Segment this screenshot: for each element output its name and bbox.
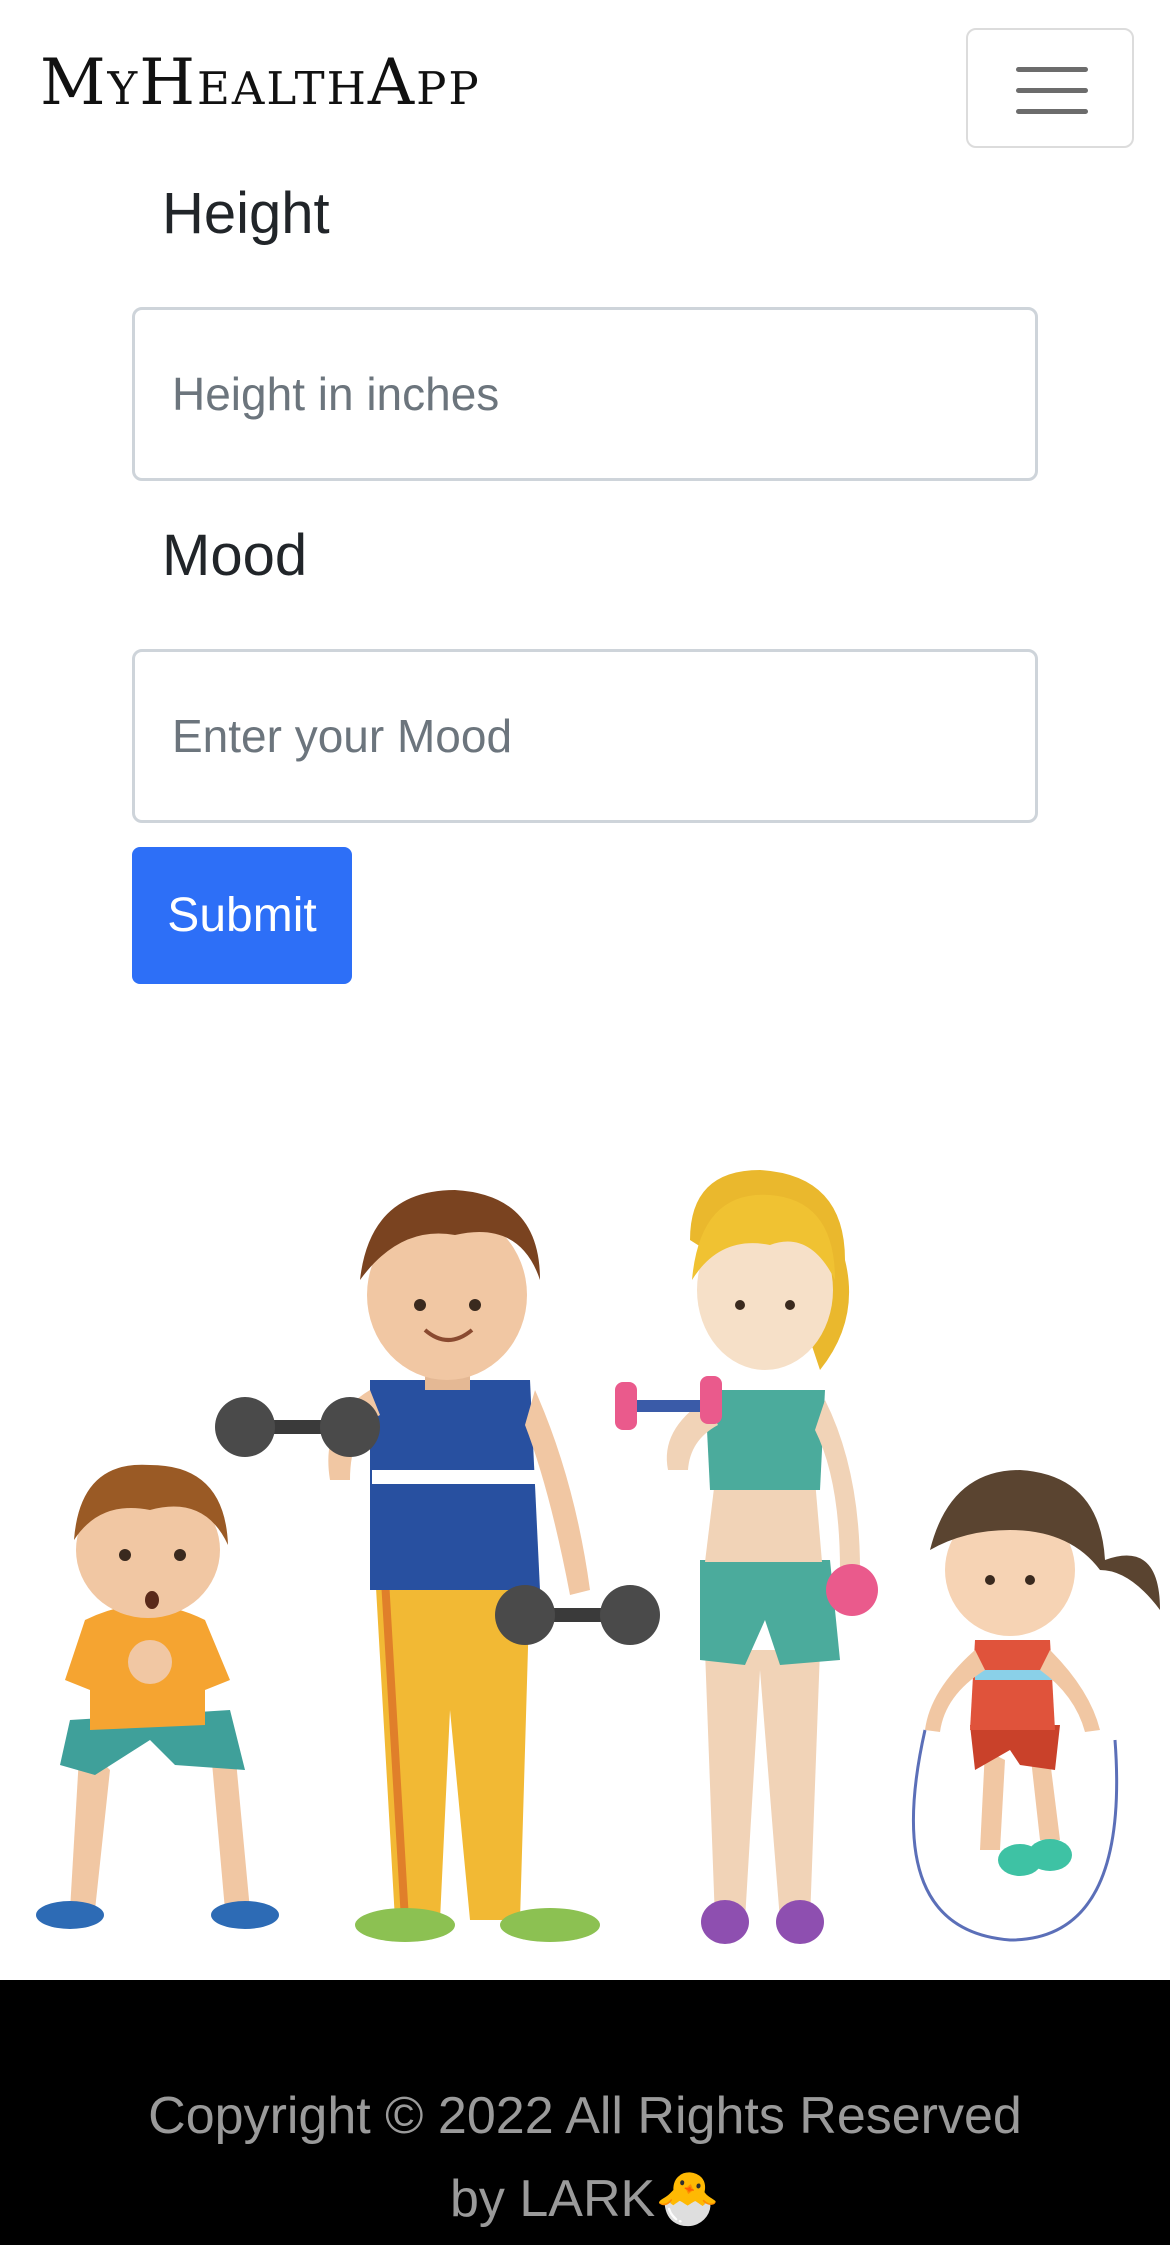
height-label: Height <box>162 181 330 246</box>
copyright-text: Copyright © 2022 All Rights Reserved <box>148 2087 1022 2145</box>
footer: Copyright © 2022 All Rights Reserved by … <box>0 1980 1170 2245</box>
hamburger-menu-icon-bar <box>1016 109 1088 114</box>
submit-button[interactable]: Submit <box>132 847 352 984</box>
woman-figure <box>615 1170 878 1944</box>
footer-credit-text: by LARK <box>450 2170 656 2228</box>
boy-figure <box>36 1464 279 1929</box>
footer-credit: by LARK🐣 <box>0 2168 1170 2229</box>
family-exercising-illustration <box>36 1170 1160 1944</box>
man-figure <box>215 1190 660 1942</box>
brand-logo[interactable]: MyHealthApp <box>40 46 481 120</box>
mood-input[interactable] <box>132 649 1038 823</box>
hatching-chick-icon: 🐣 <box>655 2170 720 2228</box>
hamburger-menu-icon <box>1016 67 1088 72</box>
hamburger-menu-icon-bar <box>1016 88 1088 93</box>
navbar: MyHealthApp <box>0 0 1170 170</box>
menu-toggle-button[interactable] <box>966 28 1134 148</box>
mood-label: Mood <box>162 523 308 588</box>
height-input[interactable] <box>132 307 1038 481</box>
girl-figure <box>912 1470 1160 1942</box>
